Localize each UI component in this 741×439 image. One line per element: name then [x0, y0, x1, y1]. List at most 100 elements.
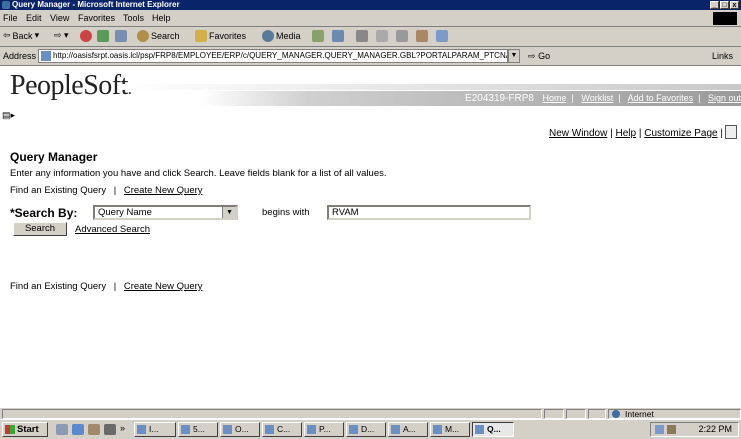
clock[interactable]: 2:22 PM: [698, 423, 732, 436]
home-icon: [115, 30, 127, 42]
advanced-search-link[interactable]: Advanced Search: [75, 224, 150, 235]
globe-icon: [612, 410, 620, 418]
worklist-link[interactable]: Worklist: [581, 93, 613, 103]
taskbar-task[interactable]: M...: [430, 422, 470, 437]
go-button[interactable]: ⇨ Go: [528, 51, 550, 62]
taskbar-task[interactable]: C...: [262, 422, 302, 437]
toolbar: ⇦ Back ▾ ⇨ ▾ Search Favorites Media: [0, 27, 741, 47]
address-dropdown-button[interactable]: ▼: [508, 49, 520, 63]
start-button[interactable]: Start: [2, 422, 48, 437]
menu-edit[interactable]: Edit: [26, 13, 42, 23]
taskbar-task[interactable]: D...: [346, 422, 386, 437]
create-new-query-link[interactable]: Create New Query: [124, 185, 203, 196]
home-link[interactable]: Home: [543, 93, 567, 103]
window-title-bar[interactable]: Query Manager - Microsoft Internet Explo…: [0, 0, 741, 10]
taskbar-task-active[interactable]: Q...: [472, 422, 514, 437]
ie-quicklaunch-icon[interactable]: [72, 424, 84, 435]
instructions: Enter any information you have and click…: [10, 168, 387, 179]
customize-page-link[interactable]: Customize Page: [644, 128, 717, 139]
taskbar-task[interactable]: 5...: [178, 422, 218, 437]
create-new-query-link-bottom[interactable]: Create New Query: [124, 281, 203, 292]
volume-icon[interactable]: [667, 425, 676, 434]
query-nav-bottom: Find an Existing Query | Create New Quer…: [10, 281, 203, 292]
add-to-favorites-link[interactable]: Add to Favorites: [628, 93, 694, 103]
go-arrow-icon: ⇨: [528, 51, 536, 61]
maximize-button[interactable]: □: [720, 1, 729, 9]
system-tray: 2:22 PM: [650, 422, 739, 437]
header-decoration: [120, 84, 741, 90]
search-by-select[interactable]: Query Name ▼: [93, 205, 238, 220]
taskbar-task[interactable]: I...: [134, 422, 176, 437]
media-button[interactable]: Media: [262, 30, 301, 42]
more-quicklaunch-icon[interactable]: »: [120, 423, 125, 433]
history-button[interactable]: [312, 30, 324, 42]
windows-logo-icon: [713, 12, 737, 25]
search-button-main[interactable]: Search: [13, 222, 67, 236]
operator-label: begins with: [262, 207, 310, 218]
back-button[interactable]: ⇦ Back ▾: [3, 30, 39, 41]
address-url: http://oasisfsrpt.oasis.lcl/psp/FRP8/EMP…: [53, 51, 508, 60]
query-nav-top: Find an Existing Query | Create New Quer…: [10, 185, 203, 196]
find-existing-label-bottom: Find an Existing Query: [10, 281, 107, 292]
print-button[interactable]: [356, 30, 368, 42]
address-input[interactable]: http://oasisfsrpt.oasis.lcl/psp/FRP8/EMP…: [38, 49, 508, 63]
new-window-link[interactable]: New Window: [549, 128, 607, 139]
menu-favorites[interactable]: Favorites: [78, 13, 115, 23]
show-desktop-icon[interactable]: [56, 424, 68, 435]
chevron-down-icon[interactable]: ▼: [222, 207, 236, 218]
stop-button[interactable]: [80, 30, 92, 42]
find-existing-label: Find an Existing Query: [10, 185, 107, 196]
menu-toggle-icon[interactable]: ▤▸: [2, 110, 15, 121]
window-title: Query Manager - Microsoft Internet Explo…: [12, 0, 180, 9]
taskbar-task[interactable]: A...: [388, 422, 428, 437]
page-utility-links: New Window | Help | Customize Page |: [548, 128, 723, 139]
refresh-button[interactable]: [97, 30, 109, 42]
menu-file[interactable]: File: [3, 13, 18, 23]
media-quicklaunch-icon[interactable]: [104, 424, 116, 435]
discuss-button[interactable]: [396, 30, 408, 42]
forward-arrow-icon: ⇨ ▾: [54, 30, 69, 40]
print-icon: [356, 30, 368, 42]
home-button[interactable]: [115, 30, 127, 42]
favorites-button[interactable]: Favorites: [195, 30, 246, 42]
refresh-icon: [97, 30, 109, 42]
taskbar-task[interactable]: O...: [220, 422, 260, 437]
edit-icon: [376, 30, 388, 42]
window-icon: [475, 425, 484, 434]
print-page-icon[interactable]: [725, 125, 737, 139]
windows-flag-icon: [5, 425, 15, 434]
taskbar: Start » I... 5... O... C... P... D... A.…: [0, 419, 741, 439]
menu-view[interactable]: View: [50, 13, 69, 23]
help-link[interactable]: Help: [616, 128, 637, 139]
window-icon: [265, 425, 274, 434]
security-zone: Internet: [608, 409, 741, 419]
mail-button[interactable]: [332, 30, 344, 42]
research-icon: [416, 30, 428, 42]
research-button[interactable]: [416, 30, 428, 42]
taskbar-task[interactable]: P...: [304, 422, 344, 437]
search-button[interactable]: Search: [137, 30, 180, 42]
ie-icon: [2, 1, 10, 9]
address-label: Address: [3, 51, 37, 61]
menu-tools[interactable]: Tools: [123, 13, 144, 23]
edit-button[interactable]: [376, 30, 388, 42]
media-icon: [262, 30, 274, 42]
query-name-input[interactable]: RVAM: [327, 205, 531, 220]
window-icon: [391, 425, 400, 434]
messenger-button[interactable]: [436, 30, 448, 42]
network-icon[interactable]: [655, 425, 664, 434]
status-cell: [544, 409, 564, 419]
peoplesoft-logo: PeopleSoft.: [10, 70, 132, 101]
stop-icon: [80, 30, 92, 42]
links-button[interactable]: Links: [712, 51, 733, 61]
outlook-quicklaunch-icon[interactable]: [88, 424, 100, 435]
forward-button[interactable]: ⇨ ▾: [54, 30, 69, 41]
window-icon: [433, 425, 442, 434]
menu-help[interactable]: Help: [152, 13, 171, 23]
window-icon: [307, 425, 316, 434]
search-by-label: *Search By:: [10, 206, 78, 220]
minimize-button[interactable]: _: [710, 1, 719, 9]
history-icon: [312, 30, 324, 42]
sign-out-link[interactable]: Sign out: [708, 93, 741, 103]
close-button[interactable]: x: [730, 1, 739, 9]
